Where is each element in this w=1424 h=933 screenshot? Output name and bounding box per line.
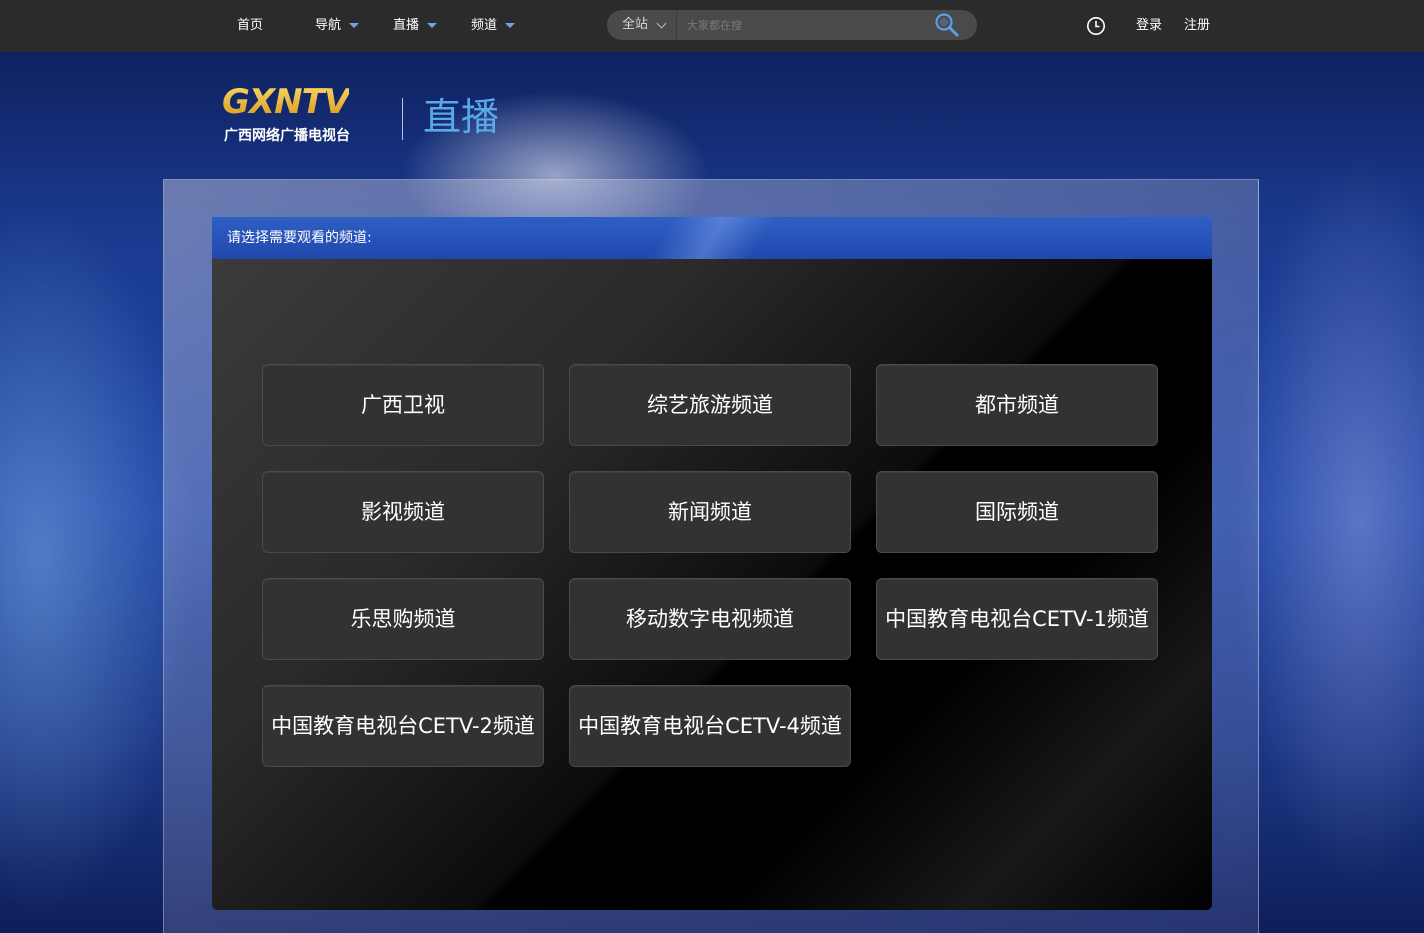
top-navigation-bar: 首页 导航 直播 频道 全站 登录 注册 (0, 0, 1424, 52)
caret-down-icon (505, 23, 516, 28)
nav-live-menu[interactable]: 直播 (393, 17, 438, 35)
channel-button-film[interactable]: 影视频道 (262, 471, 544, 553)
search-button[interactable] (933, 12, 963, 38)
caret-down-icon (349, 23, 360, 28)
nav-home[interactable]: 首页 (237, 17, 263, 35)
search-bar: 全站 (607, 10, 977, 40)
channel-button-cetv-4[interactable]: 中国教育电视台CETV-4频道 (569, 685, 851, 767)
nav-live-label: 直播 (393, 18, 420, 33)
channel-button-cetv-1[interactable]: 中国教育电视台CETV-1频道 (876, 578, 1158, 660)
history-clock-icon[interactable] (1086, 16, 1106, 36)
channel-button-mobile-digital[interactable]: 移动数字电视频道 (569, 578, 851, 660)
clock-icon (1087, 17, 1105, 35)
login-label: 登录 (1136, 18, 1163, 33)
logo-subtitle: 广西网络广播电视台 (224, 128, 350, 144)
channel-button-news[interactable]: 新闻频道 (569, 471, 851, 553)
channel-button-shopping[interactable]: 乐思购频道 (262, 578, 544, 660)
channel-button-city[interactable]: 都市频道 (876, 364, 1158, 446)
channel-button-cetv-2[interactable]: 中国教育电视台CETV-2频道 (262, 685, 544, 767)
nav-home-label: 首页 (237, 18, 264, 33)
chevron-down-icon (656, 18, 667, 29)
search-icon (935, 13, 959, 37)
nav-channel-label: 频道 (471, 18, 498, 33)
channel-button-international[interactable]: 国际频道 (876, 471, 1158, 553)
channel-select-prompt: 请选择需要观看的频道: (227, 230, 372, 246)
login-link[interactable]: 登录 (1136, 17, 1162, 35)
panel-header: 请选择需要观看的频道: (212, 217, 1212, 259)
channel-button-variety-travel[interactable]: 综艺旅游频道 (569, 364, 851, 446)
page-title: 直播 (423, 95, 500, 139)
logo-wordmark: GXNTV (222, 82, 350, 122)
register-link[interactable]: 注册 (1184, 17, 1210, 35)
search-scope-label: 全站 (622, 17, 649, 32)
register-label: 注册 (1184, 18, 1211, 33)
nav-navigation-label: 导航 (315, 18, 342, 33)
caret-down-icon (427, 23, 438, 28)
nav-navigation-menu[interactable]: 导航 (315, 17, 360, 35)
nav-channel-menu[interactable]: 频道 (471, 17, 516, 35)
search-scope-select[interactable]: 全站 (607, 10, 677, 40)
search-input[interactable] (679, 10, 929, 40)
channel-panel: 请选择需要观看的频道: 广西卫视 综艺旅游频道 都市频道 影视频道 新闻频道 国… (212, 217, 1212, 910)
site-logo[interactable]: GXNTV 广西网络广播电视台 (222, 84, 374, 146)
header-divider (402, 98, 403, 140)
channel-button-guangxi-ws[interactable]: 广西卫视 (262, 364, 544, 446)
